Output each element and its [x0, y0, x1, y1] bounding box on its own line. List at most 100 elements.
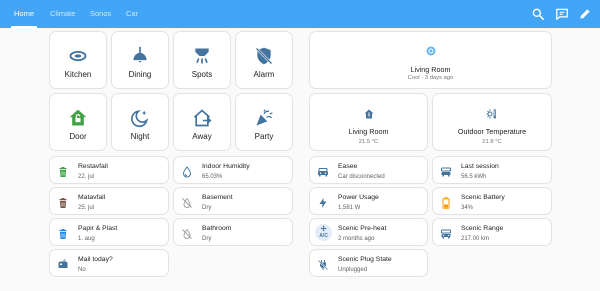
entity-name: Scenic Plug State — [338, 256, 392, 263]
button-label: Party — [254, 132, 274, 141]
scenic-range-tile[interactable]: Scenic Range 217.00 km — [432, 218, 552, 246]
trash-can-icon — [57, 166, 69, 178]
assist-icon[interactable] — [555, 7, 569, 21]
entity-state: No — [78, 267, 86, 273]
door-button[interactable]: Door — [49, 93, 107, 151]
scenic-plug-state-tile[interactable]: Scenic Plug State Unplugged — [309, 249, 428, 277]
night-button[interactable]: Night — [111, 93, 169, 151]
sensor-state: 21.5 °C — [358, 139, 379, 145]
thermostat-icon — [310, 44, 551, 56]
sensor-state: 21.8 °C — [482, 139, 502, 145]
entity-state: 1,581 W — [338, 205, 361, 211]
tab-climate[interactable]: Climate — [50, 0, 75, 28]
home-lock-open-icon — [50, 108, 106, 128]
easee-tile[interactable]: Easee Car disconnected — [309, 156, 428, 184]
entity-state: 217.00 km — [461, 236, 490, 242]
water-drop-icon — [181, 166, 193, 178]
entity-name: Bathroom — [202, 225, 232, 232]
entity-state: Dry — [202, 205, 212, 211]
water-off-icon — [181, 197, 193, 209]
spotlight-icon — [174, 46, 230, 66]
entity-name: Basement — [202, 194, 233, 201]
ceiling-light-icon — [50, 46, 106, 66]
entity-state: Unplugged — [338, 267, 368, 273]
entity-name: Easee — [338, 163, 358, 170]
thermostat-card[interactable]: Living Room Cool · 3 days ago — [309, 31, 552, 89]
entity-state: 34% — [461, 205, 474, 211]
power-usage-tile[interactable]: Power Usage 1,581 W — [309, 187, 428, 215]
living-room-temp-card[interactable]: Living Room 21.5 °C — [309, 93, 428, 151]
entity-state: Car disconnected — [338, 174, 385, 180]
entity-state: Dry — [202, 236, 212, 242]
entity-state: 65.03% — [202, 174, 223, 180]
button-label: Door — [69, 132, 87, 141]
fan-glyph: ✢ — [320, 226, 327, 233]
trash-can-icon — [57, 228, 69, 240]
thermostat-state: Cool · 3 days ago — [407, 75, 454, 81]
thermostat-name: Living Room — [410, 65, 451, 74]
home-thermometer-icon — [310, 107, 427, 119]
entity-name: Mail today? — [78, 256, 113, 263]
entity-name: Indoor Humidity — [202, 163, 250, 170]
party-popper-icon — [236, 108, 292, 128]
tab-sonos[interactable]: Sonos — [90, 0, 111, 28]
weather-night-icon — [112, 108, 168, 128]
tab-car[interactable]: Car — [126, 0, 138, 28]
water-off-icon — [181, 228, 193, 240]
ac-badge-icon: ✢ A/C — [315, 224, 332, 241]
entity-state: 56.5 kWh — [461, 174, 487, 180]
edit-icon[interactable] — [578, 7, 592, 21]
entity-name: Scenic Pre-heat — [338, 225, 387, 232]
mailbox-icon — [57, 259, 69, 271]
entity-name: Scenic Battery — [461, 194, 505, 201]
lightning-icon — [317, 197, 329, 209]
papir-plast-tile[interactable]: Papir & Plast 1. aug — [49, 218, 169, 246]
button-label: Kitchen — [64, 70, 92, 79]
tab-home[interactable]: Home — [10, 0, 38, 28]
entity-name: Restavfall — [78, 163, 108, 170]
battery-icon — [440, 197, 452, 209]
spots-button[interactable]: Spots — [173, 31, 231, 89]
entity-name: Power Usage — [338, 194, 379, 201]
search-icon[interactable] — [531, 7, 545, 21]
bathroom-tile[interactable]: Bathroom Dry — [173, 218, 293, 246]
entity-state: 22. jul — [78, 174, 95, 180]
entity-state: 2 months ago — [338, 236, 375, 242]
kitchen-button[interactable]: Kitchen — [49, 31, 107, 89]
entity-name: Matavfall — [78, 194, 106, 201]
outdoor-temp-card[interactable]: Outdoor Temperature 21.8 °C — [432, 93, 552, 151]
trash-can-icon — [57, 197, 69, 209]
party-button[interactable]: Party — [235, 93, 293, 151]
entity-state: 1. aug — [78, 236, 95, 242]
away-button[interactable]: Away — [173, 93, 231, 151]
indoor-humidity-tile[interactable]: Indoor Humidity 65.03% — [173, 156, 293, 184]
dining-button[interactable]: Dining — [111, 31, 169, 89]
ac-badge-label: A/C — [319, 233, 328, 239]
ev-station-icon — [440, 166, 452, 178]
scenic-preheat-tile[interactable]: ✢ A/C Scenic Pre-heat 2 months ago — [309, 218, 428, 246]
alarm-button[interactable]: Alarm — [235, 31, 293, 89]
button-label: Away — [192, 132, 212, 141]
car-range-icon — [440, 228, 452, 240]
mail-today-tile[interactable]: Mail today? No — [49, 249, 169, 277]
matavfall-tile[interactable]: Matavfall 25. jul — [49, 187, 169, 215]
home-export-icon — [174, 108, 230, 128]
button-label: Alarm — [253, 70, 275, 79]
button-label: Dining — [128, 70, 152, 79]
sensor-name: Living Room — [348, 127, 389, 136]
button-label: Night — [130, 132, 150, 141]
entity-state: 25. jul — [78, 205, 95, 211]
button-label: Spots — [191, 70, 213, 79]
scenic-battery-tile[interactable]: Scenic Battery 34% — [432, 187, 552, 215]
basement-tile[interactable]: Basement Dry — [173, 187, 293, 215]
restavfall-tile[interactable]: Restavfall 22. jul — [49, 156, 169, 184]
power-plug-off-icon — [317, 259, 329, 271]
car-icon — [317, 166, 329, 178]
sensor-name: Outdoor Temperature — [457, 127, 527, 136]
entity-name: Scenic Range — [461, 225, 504, 232]
sun-thermometer-icon — [433, 107, 551, 119]
last-session-tile[interactable]: Last session 56.5 kWh — [432, 156, 552, 184]
app-header: Home Climate Sonos Car — [0, 0, 600, 28]
entity-name: Papir & Plast — [78, 225, 118, 232]
pendant-lamp-icon — [112, 46, 168, 66]
